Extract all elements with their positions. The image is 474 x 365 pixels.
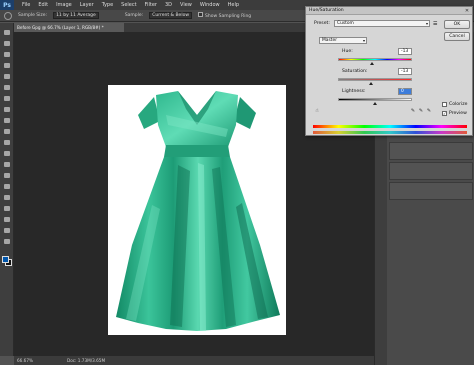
healing-tool-icon[interactable]: [3, 95, 11, 102]
preset-select[interactable]: Custom ▾: [334, 20, 430, 27]
lightness-slider-thumb[interactable]: [373, 102, 377, 105]
eyedropper-tool-icon[interactable]: [3, 84, 11, 91]
dodge-tool-icon[interactable]: [3, 172, 11, 179]
menu-edit[interactable]: Edit: [34, 2, 52, 8]
colorize-label: Colorize: [449, 102, 468, 107]
menu-image[interactable]: Image: [52, 2, 76, 8]
clone-stamp-tool-icon[interactable]: [3, 117, 11, 124]
menu-items: File Edit Image Layer Type Select Filter 3D View…: [18, 2, 243, 8]
show-ring-checkbox[interactable]: [198, 12, 204, 17]
eyedropper-icon[interactable]: ✎: [410, 108, 416, 114]
type-tool-icon[interactable]: [3, 194, 11, 201]
ok-button[interactable]: OK: [444, 20, 470, 29]
brush-tool-icon[interactable]: [3, 106, 11, 113]
channel-select[interactable]: Master ▾: [319, 37, 367, 44]
targeted-adjustment-icon[interactable]: ☝: [314, 108, 320, 114]
hue-saturation-dialog: Hue/Saturation ✕ Preset: Custom ▾ ☰ OK C…: [305, 6, 473, 136]
input-color-spectrum: [313, 125, 467, 128]
move-tool-icon[interactable]: [3, 29, 11, 36]
color-swatches[interactable]: [2, 256, 12, 266]
sample-label: Sample:: [124, 13, 144, 18]
photoshop-window: Ps File Edit Image Layer Type Select Filter 3D V…: [0, 0, 474, 365]
preview-label: Preview: [449, 111, 467, 116]
saturation-label: Saturation:: [342, 69, 368, 74]
dress-image: [116, 91, 280, 331]
panel-row[interactable]: [389, 182, 473, 200]
path-select-tool-icon[interactable]: [3, 205, 11, 212]
document-tab[interactable]: Before Gpg @ 66.7% (Layer 1, RGB/8#) *: [14, 23, 124, 32]
preview-checkbox[interactable]: ✓: [442, 111, 447, 116]
blur-tool-icon[interactable]: [3, 161, 11, 168]
menu-view[interactable]: View: [176, 2, 196, 8]
lightness-input[interactable]: 0: [398, 88, 412, 95]
preset-value: Custom: [337, 21, 354, 26]
hue-slider[interactable]: [338, 58, 412, 61]
eraser-tool-icon[interactable]: [3, 139, 11, 146]
history-brush-tool-icon[interactable]: [3, 128, 11, 135]
preset-label: Preset:: [314, 21, 330, 26]
sample-size-select[interactable]: 11 by 11 Average: [53, 12, 99, 19]
zoom-tool-icon[interactable]: [3, 238, 11, 245]
eyedropper-options-icon[interactable]: [4, 11, 12, 20]
status-bar: 66.67% Doc: 1.73M/3.65M: [14, 356, 374, 365]
eyedropper-plus-icon[interactable]: ✎: [418, 108, 424, 114]
hue-slider-thumb[interactable]: [370, 62, 375, 65]
marquee-tool-icon[interactable]: [3, 40, 11, 47]
lasso-tool-icon[interactable]: [3, 51, 11, 58]
close-icon[interactable]: ✕: [464, 8, 470, 14]
menu-select[interactable]: Select: [117, 2, 140, 8]
saturation-slider[interactable]: [338, 78, 412, 81]
waistband: [164, 145, 230, 157]
hue-input[interactable]: -13: [398, 48, 412, 55]
shape-tool-icon[interactable]: [3, 216, 11, 223]
menu-window[interactable]: Window: [196, 2, 224, 8]
channel-value: Master: [322, 38, 337, 43]
tools-panel: [0, 23, 14, 356]
hand-tool-icon[interactable]: [3, 227, 11, 234]
lightness-label: Lightness:: [342, 89, 366, 94]
menu-type[interactable]: Type: [98, 2, 117, 8]
menu-filter[interactable]: Filter: [141, 2, 161, 8]
menu-help[interactable]: Help: [224, 2, 243, 8]
show-ring-label: Show Sampling Ring: [205, 14, 252, 19]
foreground-color-swatch[interactable]: [2, 256, 9, 263]
lightness-slider[interactable]: [338, 98, 412, 101]
zoom-level[interactable]: 66.67%: [17, 358, 33, 363]
cancel-button[interactable]: Cancel: [444, 32, 470, 41]
menu-file[interactable]: File: [18, 2, 34, 8]
panel-row[interactable]: [389, 142, 473, 160]
output-color-spectrum: [313, 131, 467, 134]
saturation-input[interactable]: -13: [398, 68, 412, 75]
sample-select[interactable]: Current & Below: [149, 12, 193, 19]
app-logo: Ps: [0, 0, 14, 10]
menu-layer[interactable]: Layer: [76, 2, 98, 8]
hue-label: Hue:: [342, 49, 353, 54]
crop-tool-icon[interactable]: [3, 73, 11, 80]
gradient-tool-icon[interactable]: [3, 150, 11, 157]
preset-options-icon[interactable]: ☰: [433, 21, 437, 27]
dialog-title: Hue/Saturation: [309, 8, 344, 13]
panel-row[interactable]: [389, 162, 473, 180]
menu-3d[interactable]: 3D: [161, 2, 176, 8]
saturation-slider-thumb[interactable]: [368, 82, 373, 85]
quick-select-tool-icon[interactable]: [3, 62, 11, 69]
sample-size-label: Sample Size:: [18, 13, 48, 18]
show-sampling-ring-option[interactable]: Show Sampling Ring: [198, 12, 251, 19]
dialog-title-bar[interactable]: Hue/Saturation ✕: [306, 7, 472, 15]
colorize-checkbox[interactable]: [442, 102, 447, 107]
document-canvas[interactable]: [108, 85, 286, 335]
eyedropper-minus-icon[interactable]: ✎: [426, 108, 432, 114]
chevron-down-icon: ▾: [425, 21, 428, 26]
document-info: Doc: 1.73M/3.65M: [66, 358, 106, 363]
pen-tool-icon[interactable]: [3, 183, 11, 190]
chevron-down-icon: ▾: [362, 38, 365, 43]
